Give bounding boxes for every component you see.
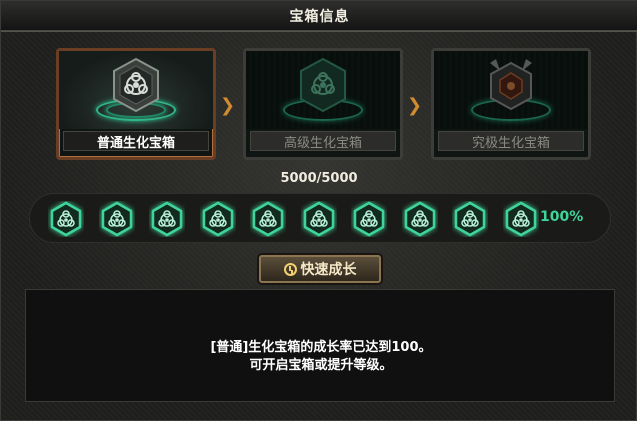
chevron-right-icon: ❯ [407,95,423,116]
chest-card-normal[interactable]: 普通生化宝箱 [56,48,216,160]
message-box: [普通]生化宝箱的成长率已达到100。 可开启宝箱或提升等级。 [25,289,615,402]
title-divider [1,31,637,32]
message-line-1: [普通]生化宝箱的成长率已达到100。 [210,340,432,355]
progress-node-biohazard-icon [503,201,539,237]
progress-percent: 100% [540,209,584,225]
progress-node-biohazard-icon [351,201,387,237]
progress-node-biohazard-icon [250,201,286,237]
growth-progress-text: 5000/5000 [280,171,358,186]
chest-card-advanced[interactable]: 高级生化宝箱 [243,48,403,160]
progress-node-biohazard-icon [452,201,488,237]
growth-progress-bar: 100% [29,193,611,243]
progress-node-biohazard-icon [99,201,135,237]
chest-label-ultimate: 究极生化宝箱 [438,131,584,151]
chest-label-normal: 普通生化宝箱 [63,131,209,151]
title-bar: 宝箱信息 [1,1,637,31]
chest-card-ultimate[interactable]: 究极生化宝箱 [431,48,591,160]
chest-art-advanced [246,51,400,129]
message-line-2: 可开启宝箱或提升等级。 [249,358,393,373]
fast-grow-button[interactable]: 快速成长 [259,255,381,283]
chest-label-advanced: 高级生化宝箱 [250,131,396,151]
progress-node-biohazard-icon [48,201,84,237]
progress-node-biohazard-icon [301,201,337,237]
spiked-hex-icon [490,59,532,111]
chest-art-normal [59,51,213,129]
window-title: 宝箱信息 [289,8,350,25]
biohazard-hex-icon [300,57,346,113]
chevron-right-icon: ❯ [220,95,236,116]
progress-node-biohazard-icon [402,201,438,237]
chest-info-panel: 宝箱信息 普通生化宝箱 ❯ 高级生化宝箱 ❯ 究极生化宝箱 5000/5000 … [0,0,637,421]
progress-node-biohazard-icon [200,201,236,237]
biohazard-hex-icon [113,57,159,113]
fast-grow-label: 快速成长 [300,262,357,278]
progress-node-biohazard-icon [149,201,185,237]
clock-icon [283,262,297,276]
chest-art-ultimate [434,51,588,129]
